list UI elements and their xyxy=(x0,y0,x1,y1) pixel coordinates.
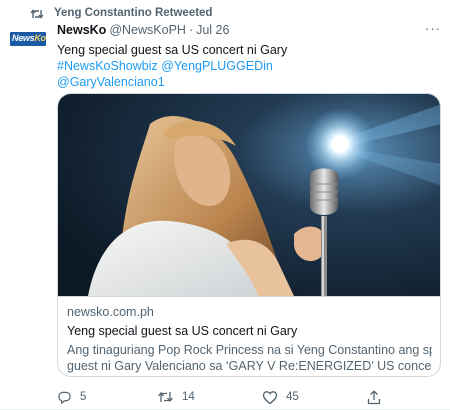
reply-count: 5 xyxy=(80,391,87,403)
tweet-header: NewsKo @NewsKoPH · Jul 26 xyxy=(57,23,229,37)
retweet-banner-text[interactable]: Yeng Constantino Retweeted xyxy=(54,7,212,19)
mention-link[interactable]: @YengPLUGGEDin xyxy=(161,59,273,73)
avatar-logo: NewsKo xyxy=(12,33,46,43)
separator-dot: · xyxy=(188,23,194,37)
retweet-count: 14 xyxy=(182,391,195,403)
author-name[interactable]: NewsKo xyxy=(57,23,106,37)
card-image[interactable] xyxy=(58,94,440,296)
tweet-date[interactable]: Jul 26 xyxy=(196,23,229,37)
like-button[interactable]: 45 xyxy=(262,389,299,405)
card-description-line: Ang tinaguriang Pop Rock Princess na si … xyxy=(67,343,432,357)
share-icon xyxy=(367,389,381,404)
tweet[interactable]: Yeng Constantino Retweeted NewsKo NewsKo… xyxy=(0,0,450,410)
author-handle[interactable]: @NewsKoPH xyxy=(109,23,186,37)
reply-icon xyxy=(58,391,71,404)
card-description-line: guest ni Gary Valenciano sa ‘GARY V Re:E… xyxy=(67,359,432,373)
link-card[interactable]: newsko.com.ph Yeng special guest sa US c… xyxy=(57,93,441,377)
reply-button[interactable]: 5 xyxy=(57,389,86,405)
action-bar: 5 14 45 xyxy=(57,389,387,405)
tweet-text: Yeng special guest sa US concert ni Gary… xyxy=(57,42,437,90)
retweet-action-icon xyxy=(158,391,173,403)
share-button[interactable] xyxy=(367,389,389,405)
tweet-text-line: Yeng special guest sa US concert ni Gary xyxy=(57,43,288,57)
card-title: Yeng special guest sa US concert ni Gary xyxy=(67,324,298,338)
card-description: Ang tinaguriang Pop Rock Princess na si … xyxy=(67,342,432,374)
retweet-icon xyxy=(30,7,44,19)
retweet-banner[interactable]: Yeng Constantino Retweeted xyxy=(30,6,212,20)
like-count: 45 xyxy=(286,391,299,403)
avatar[interactable]: NewsKo xyxy=(10,32,46,46)
more-options-icon[interactable]: ··· xyxy=(424,21,442,36)
hashtag-link[interactable]: #NewsKoShowbiz xyxy=(57,59,158,73)
mention-link[interactable]: @GaryValenciano1 xyxy=(57,75,165,89)
card-domain: newsko.com.ph xyxy=(67,305,154,319)
heart-icon xyxy=(262,390,278,404)
retweet-button[interactable]: 14 xyxy=(157,389,195,405)
card-body[interactable]: newsko.com.ph Yeng special guest sa US c… xyxy=(58,296,440,376)
